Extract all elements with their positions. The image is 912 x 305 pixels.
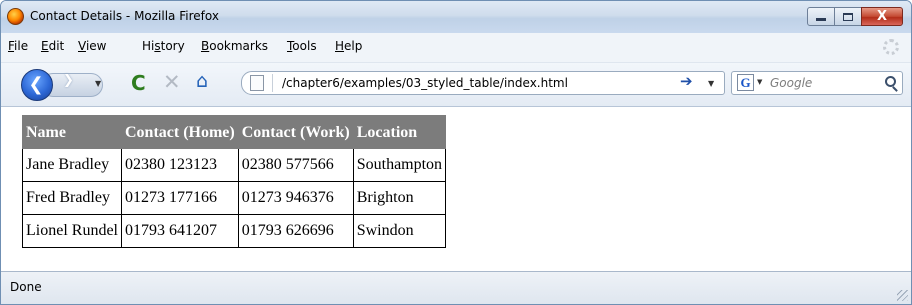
go-arrow-icon[interactable]: ➔ bbox=[680, 74, 693, 89]
menu-view[interactable]: View bbox=[78, 39, 106, 53]
title-bar[interactable]: Contact Details - Mozilla Firefox X bbox=[1, 1, 911, 33]
header-name: Name bbox=[22, 115, 122, 149]
contacts-table: Name Contact (Home) Contact (Work) Locat… bbox=[22, 115, 447, 248]
page-content: Name Contact (Home) Contact (Work) Locat… bbox=[1, 107, 911, 271]
stop-icon[interactable]: ✕ bbox=[163, 72, 181, 93]
cell-name: Jane Bradley bbox=[22, 148, 122, 182]
menu-history[interactable]: History bbox=[142, 39, 185, 53]
cell-location: Swindon bbox=[352, 214, 447, 248]
search-icon[interactable] bbox=[885, 76, 896, 87]
window-controls: X bbox=[807, 7, 903, 27]
cell-name: Fred Bradley bbox=[22, 181, 122, 215]
cell-contact-home: 01793 641207 bbox=[120, 214, 239, 248]
cell-location: Southampton bbox=[352, 148, 447, 182]
cell-name: Lionel Rundel bbox=[22, 214, 122, 248]
home-icon[interactable]: ⌂ bbox=[196, 72, 208, 91]
engine-dropdown-icon[interactable]: ▼ bbox=[757, 78, 762, 86]
window-title: Contact Details - Mozilla Firefox bbox=[30, 9, 219, 23]
history-dropdown-icon[interactable]: ▼ bbox=[95, 79, 101, 88]
header-contact-work: Contact (Work) bbox=[237, 115, 354, 149]
menu-help[interactable]: Help bbox=[335, 39, 362, 53]
minimize-icon bbox=[816, 18, 826, 21]
header-contact-home: Contact (Home) bbox=[120, 115, 239, 149]
maximize-icon bbox=[843, 12, 853, 21]
back-arrow-icon: ❮ bbox=[28, 74, 44, 95]
forward-arrow-icon: ❯ bbox=[63, 73, 74, 88]
status-text: Done bbox=[10, 280, 42, 294]
menu-bar: File Edit View History Bookmarks Tools H… bbox=[1, 33, 911, 63]
menu-file[interactable]: File bbox=[8, 39, 28, 53]
cell-contact-work: 02380 577566 bbox=[237, 148, 354, 182]
table-row: Fred Bradley 01273 177166 01273 946376 B… bbox=[22, 181, 447, 215]
table-row: Jane Bradley 02380 123123 02380 577566 S… bbox=[22, 148, 447, 182]
maximize-button[interactable] bbox=[834, 7, 862, 26]
browser-window: Contact Details - Mozilla Firefox X File… bbox=[0, 0, 912, 305]
page-icon bbox=[250, 75, 264, 91]
search-box[interactable]: G ▼ Google bbox=[731, 71, 903, 95]
menu-bookmarks[interactable]: Bookmarks bbox=[201, 39, 268, 53]
reload-icon[interactable]: C bbox=[131, 73, 146, 93]
cell-contact-home: 01273 177166 bbox=[120, 181, 239, 215]
header-location: Location bbox=[352, 115, 447, 149]
cell-contact-home: 02380 123123 bbox=[120, 148, 239, 182]
cell-contact-work: 01273 946376 bbox=[237, 181, 354, 215]
firefox-logo-icon bbox=[7, 8, 24, 25]
back-forward-group: ❯ ▼ ❮ bbox=[21, 69, 111, 101]
navigation-toolbar: ❯ ▼ ❮ C ✕ ⌂ /chapter6/examples/03_styled… bbox=[1, 63, 911, 107]
menu-edit[interactable]: Edit bbox=[41, 39, 64, 53]
throbber-icon bbox=[883, 39, 899, 55]
back-button[interactable]: ❮ bbox=[21, 69, 53, 101]
status-bar: Done bbox=[1, 271, 911, 304]
search-input[interactable]: Google bbox=[770, 76, 812, 90]
table-header-row: Name Contact (Home) Contact (Work) Locat… bbox=[22, 115, 447, 149]
table-row: Lionel Rundel 01793 641207 01793 626696 … bbox=[22, 214, 447, 248]
minimize-button[interactable] bbox=[807, 7, 835, 26]
menu-tools[interactable]: Tools bbox=[287, 39, 317, 53]
resize-grip-icon[interactable] bbox=[897, 290, 908, 301]
close-icon: X bbox=[876, 9, 888, 24]
url-separator bbox=[272, 74, 273, 92]
url-text[interactable]: /chapter6/examples/03_styled_table/index… bbox=[282, 76, 568, 90]
cell-contact-work: 01793 626696 bbox=[237, 214, 354, 248]
url-dropdown-icon[interactable]: ▼ bbox=[708, 79, 714, 88]
address-bar[interactable]: /chapter6/examples/03_styled_table/index… bbox=[241, 71, 725, 95]
google-engine-icon[interactable]: G bbox=[737, 74, 754, 91]
cell-location: Brighton bbox=[352, 181, 447, 215]
close-button[interactable]: X bbox=[861, 7, 903, 26]
